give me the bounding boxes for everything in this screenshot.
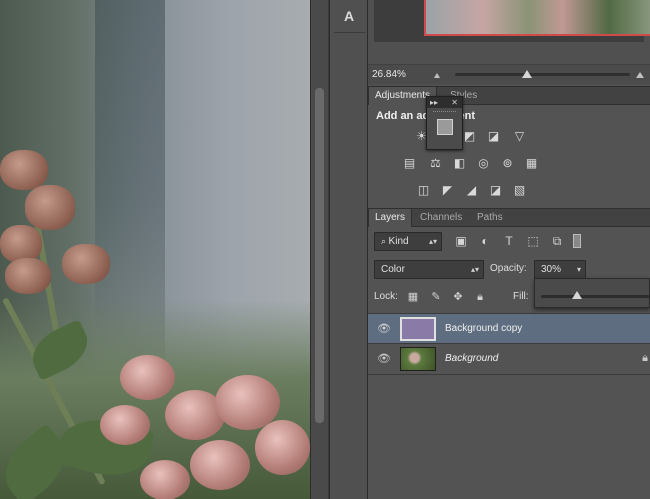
curves-icon[interactable]: ◪ bbox=[486, 129, 501, 144]
layer-row-background[interactable]: 👁︎ Background 🔒︎ bbox=[368, 343, 650, 373]
properties-icon[interactable] bbox=[437, 119, 453, 135]
layer-name[interactable]: Background bbox=[445, 353, 498, 364]
posterize-icon[interactable]: ◤ bbox=[440, 183, 455, 198]
adjustments-tabbar: Adjustments Styles bbox=[368, 87, 650, 105]
black-white-icon[interactable]: ◧ bbox=[452, 156, 467, 171]
smart-object-filter-icon[interactable]: ⧉ bbox=[550, 234, 564, 248]
tab-paths[interactable]: Paths bbox=[471, 209, 509, 227]
navigator-panel: 26.84% bbox=[368, 0, 650, 86]
blossom bbox=[100, 405, 150, 445]
lock-all-icon[interactable]: 🔒︎ bbox=[474, 291, 486, 303]
navigator-zoom-row: 26.84% bbox=[368, 64, 650, 84]
color-lookup-icon[interactable]: ▦ bbox=[524, 156, 539, 171]
canvas-scrollbar[interactable] bbox=[310, 0, 328, 499]
collapse-icon[interactable]: ▸▸ bbox=[430, 97, 438, 108]
tab-channels[interactable]: Channels bbox=[414, 209, 468, 227]
fill-slider-popup[interactable] bbox=[534, 278, 650, 308]
fill-slider-knob[interactable] bbox=[572, 291, 582, 299]
adjustment-filter-icon[interactable]: ◐ bbox=[478, 234, 492, 248]
hue-saturation-icon[interactable]: ▤ bbox=[402, 156, 417, 171]
character-panel-icon[interactable]: A bbox=[338, 6, 360, 26]
opacity-input[interactable]: 30% ▾ bbox=[534, 260, 586, 279]
layer-kind-filter[interactable]: ⌕ Kind ▴▾ bbox=[374, 232, 442, 251]
zoom-slider-knob[interactable] bbox=[522, 70, 532, 78]
scrollbar-thumb[interactable] bbox=[315, 88, 324, 423]
layer-thumbnail bbox=[400, 347, 436, 371]
dried-flower bbox=[0, 150, 48, 190]
blossom bbox=[255, 420, 310, 475]
shape-filter-icon[interactable]: ⬚ bbox=[526, 234, 540, 248]
adjustments-panel: Adjustments Styles Add an adjustment ☀ ▥… bbox=[368, 86, 650, 208]
lock-label: Lock: bbox=[374, 291, 398, 302]
divider bbox=[334, 32, 365, 33]
dried-flower bbox=[5, 258, 51, 294]
close-icon[interactable]: ✕ bbox=[451, 97, 458, 108]
zoom-value[interactable]: 26.84% bbox=[372, 69, 406, 80]
fill-slider-track[interactable] bbox=[541, 295, 650, 298]
blossom bbox=[140, 460, 190, 499]
dropdown-arrow-icon: ▴▾ bbox=[428, 237, 437, 246]
lock-transparent-icon[interactable]: ▦ bbox=[407, 291, 419, 303]
layer-row-background-copy[interactable]: 👁︎ Background copy bbox=[368, 313, 650, 343]
navigator-view-box[interactable] bbox=[424, 0, 650, 36]
kind-filter-value: Kind bbox=[388, 236, 409, 247]
dried-flower bbox=[62, 244, 110, 284]
grip-handle[interactable] bbox=[433, 111, 456, 114]
blossom bbox=[120, 355, 175, 400]
layer-name[interactable]: Background copy bbox=[445, 323, 522, 334]
panels-column: 26.84% Adjustments Styles Add an adjustm… bbox=[368, 0, 650, 499]
type-filter-icon[interactable]: T bbox=[502, 234, 516, 248]
layer-thumbnail bbox=[400, 317, 436, 341]
dropdown-arrow-icon: ▴▾ bbox=[470, 265, 479, 274]
vibrance-icon[interactable]: ▽ bbox=[512, 129, 527, 144]
opacity-label: Opacity: bbox=[490, 263, 527, 274]
exposure-icon[interactable]: ◩ bbox=[462, 129, 477, 144]
visibility-eye-icon[interactable]: 👁︎ bbox=[377, 322, 391, 336]
floating-panel-titlebar[interactable]: ▸▸ ✕ bbox=[427, 97, 462, 108]
visibility-eye-icon[interactable]: 👁︎ bbox=[377, 352, 391, 366]
fill-label: Fill: bbox=[513, 291, 529, 302]
filter-toggle-icon[interactable] bbox=[573, 234, 581, 248]
floating-adjustments-mini-panel[interactable]: ▸▸ ✕ bbox=[426, 96, 463, 150]
search-icon: ⌕ bbox=[381, 236, 389, 246]
navigator-preview[interactable] bbox=[374, 0, 650, 42]
zoom-in-icon[interactable] bbox=[636, 72, 644, 78]
lock-position-icon[interactable]: ✥ bbox=[452, 291, 464, 303]
gradient-map-icon[interactable]: ▧ bbox=[512, 183, 527, 198]
chevron-down-icon[interactable]: ▾ bbox=[577, 261, 581, 278]
panel-tool-strip: A bbox=[329, 0, 368, 499]
pixel-filter-icon[interactable]: ▣ bbox=[454, 234, 468, 248]
selective-color-icon[interactable]: ◪ bbox=[488, 183, 503, 198]
threshold-icon[interactable]: ◢ bbox=[464, 183, 479, 198]
blend-mode-select[interactable]: Color ▴▾ bbox=[374, 260, 484, 279]
layers-tabbar: Layers Channels Paths bbox=[368, 209, 650, 227]
invert-icon[interactable]: ◫ bbox=[416, 183, 431, 198]
opacity-value: 30% bbox=[541, 264, 562, 275]
document-canvas[interactable] bbox=[0, 0, 310, 499]
zoom-slider[interactable] bbox=[455, 73, 630, 76]
dried-flower bbox=[25, 185, 75, 230]
photo-filter-icon[interactable]: ◎ bbox=[476, 156, 491, 171]
color-balance-icon[interactable]: ⚖ bbox=[428, 156, 443, 171]
blossom bbox=[190, 440, 250, 490]
lock-icon: 🔒︎ bbox=[642, 352, 648, 364]
channel-mixer-icon[interactable]: ⊚ bbox=[500, 156, 515, 171]
lock-image-icon[interactable]: ✎ bbox=[430, 291, 442, 303]
layers-panel: Layers Channels Paths ⌕ Kind ▴▾ ▣ ◐ T ⬚ … bbox=[368, 208, 650, 499]
tab-layers[interactable]: Layers bbox=[368, 209, 413, 227]
zoom-out-icon[interactable] bbox=[434, 73, 440, 78]
layers-empty-area[interactable] bbox=[368, 374, 650, 499]
blend-mode-value: Color bbox=[381, 264, 405, 275]
